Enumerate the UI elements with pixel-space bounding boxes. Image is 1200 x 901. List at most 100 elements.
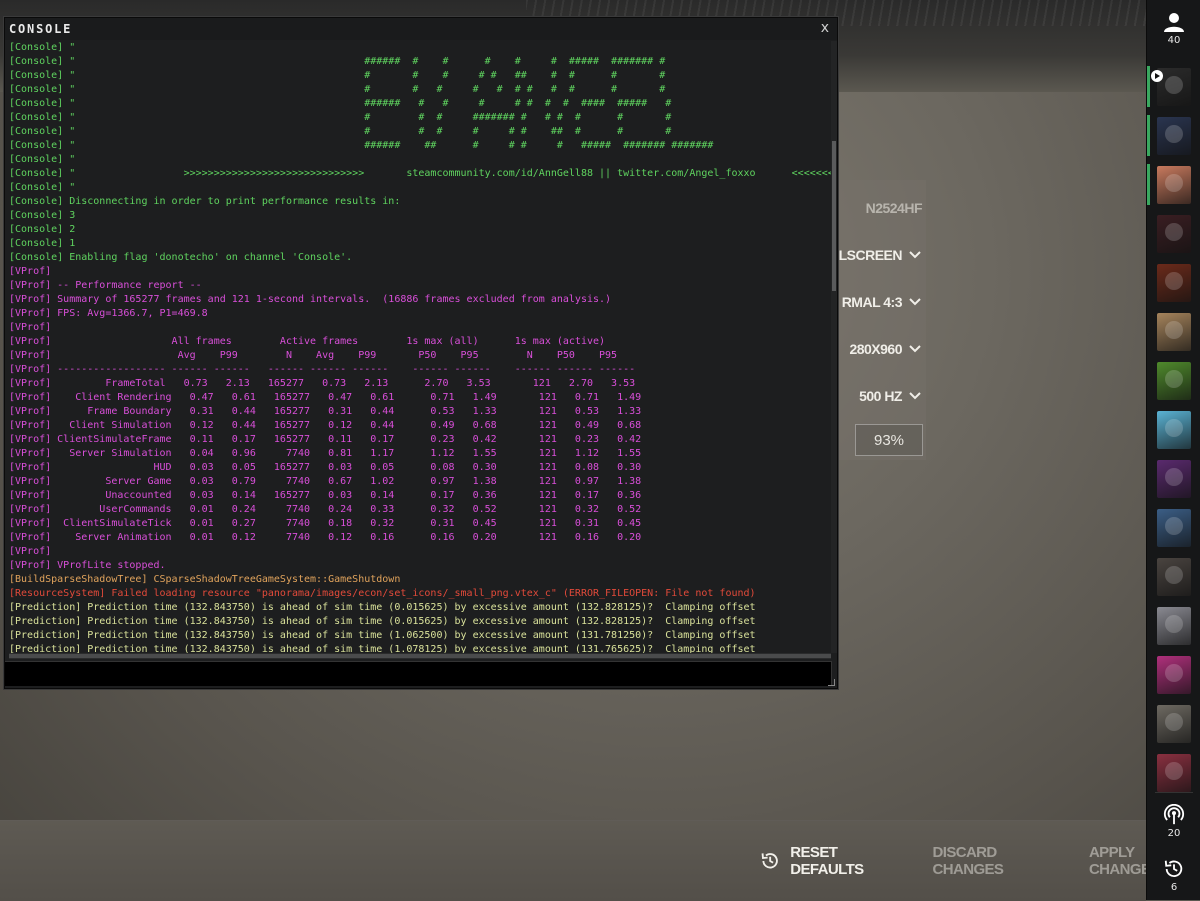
friend-avatar-item[interactable]	[1147, 454, 1200, 503]
refresh-rate-text: 500 HZ	[859, 388, 902, 404]
history-icon	[1164, 860, 1183, 878]
console-log-line: [VProf] Client Rendering 0.47 0.61 16527…	[9, 392, 642, 403]
history-count: 6	[1170, 882, 1178, 893]
friend-avatar-item[interactable]	[1147, 601, 1200, 650]
video-settings-panel	[836, 180, 926, 460]
resolution-text: 280X960	[849, 341, 902, 357]
friend-avatar-item[interactable]	[1147, 258, 1200, 307]
broadcasts-button[interactable]: 20	[1147, 804, 1200, 839]
friend-avatar-item[interactable]	[1147, 748, 1200, 797]
chevron-down-icon	[908, 247, 922, 264]
console-log-line: [VProf] HUD 0.03 0.05 165277 0.03 0.05 0…	[9, 462, 642, 473]
friend-avatar-item[interactable]	[1147, 209, 1200, 258]
aspect-ratio-dropdown[interactable]: RMAL 4:3	[836, 288, 922, 316]
avatar	[1157, 606, 1191, 645]
avatar	[1157, 508, 1191, 547]
avatar	[1157, 116, 1191, 155]
chevron-down-icon	[908, 341, 922, 358]
console-log-line: [Console] " # # # # # ## # # # #	[9, 70, 666, 81]
resize-grip-icon[interactable]	[828, 679, 835, 686]
console-log-line: [Console] 1	[9, 238, 76, 249]
friend-avatar-item[interactable]	[1147, 111, 1200, 160]
friend-avatar-item[interactable]	[1147, 356, 1200, 405]
console-output[interactable]: [Console] " [Console] " ###### # # # # # …	[9, 41, 831, 653]
chevron-down-icon	[908, 294, 922, 311]
chevron-down-icon	[908, 388, 922, 405]
console-log-line: [Console] Enabling flag 'donotecho' on c…	[9, 252, 353, 263]
friends-sidebar: 40 20 6	[1146, 0, 1200, 900]
friend-avatar-item[interactable]	[1147, 160, 1200, 209]
console-log-line: [VProf] ClientSimulateTick 0.01 0.27 774…	[9, 518, 642, 529]
console-log-line: [VProf] ClientSimulateFrame 0.11 0.17 16…	[9, 434, 642, 445]
monitor-name-text: N2524HF	[865, 200, 923, 216]
scrollbar-thumb[interactable]	[9, 654, 831, 658]
avatar	[1157, 655, 1191, 694]
console-log-line: [BuildSparseShadowTree] CSparseShadowTre…	[9, 574, 401, 585]
friend-avatar-item[interactable]	[1147, 650, 1200, 699]
console-log-line: [VProf] ------------------ ------ ------…	[9, 364, 636, 375]
discard-changes-button[interactable]: DISCARD CHANGES	[933, 844, 1061, 878]
avatar	[1157, 214, 1191, 253]
avatar	[1157, 165, 1191, 204]
console-log-line: [Console] "	[9, 42, 76, 53]
console-log-line: [VProf] FrameTotal 0.73 2.13 165277 0.73…	[9, 378, 636, 389]
scrollbar-thumb[interactable]	[832, 141, 836, 291]
online-status-bar	[1147, 164, 1150, 205]
console-log-line: [VProf] VProfLite stopped.	[9, 560, 166, 571]
friend-avatar-item[interactable]	[1147, 307, 1200, 356]
friends-avatar-list	[1147, 62, 1200, 797]
refresh-rate-dropdown[interactable]: 500 HZ	[836, 382, 922, 410]
friends-list-button[interactable]: 40	[1147, 0, 1200, 56]
console-log-line: [ResourceSystem] Failed loading resource…	[9, 588, 756, 599]
console-log-line: [Prediction] Prediction time (132.843750…	[9, 644, 756, 653]
monitor-name-value: N2524HF	[836, 194, 923, 222]
friend-avatar-item[interactable]	[1147, 699, 1200, 748]
console-log-line: [VProf]	[9, 266, 52, 277]
brightness-percent-input[interactable]: 93%	[855, 424, 923, 456]
resolution-dropdown[interactable]: 280X960	[836, 335, 922, 363]
console-window[interactable]: CONSOLE x [Console] " [Console] " ###### …	[4, 17, 838, 689]
in-game-play-icon	[1151, 70, 1163, 82]
console-title: CONSOLE	[9, 22, 73, 36]
console-log-line: [Console] " # # # # # # # # # # #	[9, 84, 666, 95]
friend-avatar-item[interactable]	[1147, 552, 1200, 601]
display-mode-text: LLSCREEN	[830, 247, 903, 263]
console-log-line: [Console] "	[9, 182, 76, 193]
reset-defaults-button[interactable]: RESET DEFAULTS	[760, 844, 905, 878]
console-log-line: [Prediction] Prediction time (132.843750…	[9, 630, 756, 641]
aspect-ratio-text: RMAL 4:3	[841, 294, 903, 310]
console-command-input[interactable]	[5, 661, 832, 686]
recent-history-button[interactable]: 6	[1147, 858, 1200, 893]
console-title-bar[interactable]: CONSOLE x	[5, 18, 837, 40]
friend-avatar-item[interactable]	[1147, 503, 1200, 552]
sidebar-divider	[1155, 792, 1193, 793]
console-log-line: [Console] " # # # # # # ## # # #	[9, 126, 672, 137]
friend-avatar-item[interactable]	[1147, 405, 1200, 454]
friends-online-count: 40	[1167, 35, 1181, 46]
console-log-line: [Console] " # # # ####### # # # # # #	[9, 112, 672, 123]
console-log-line: [Console] " ###### # # # # # ##### #####…	[9, 56, 666, 67]
avatar	[1157, 312, 1191, 351]
console-log-line: [Prediction] Prediction time (132.843750…	[9, 616, 756, 627]
avatar	[1157, 753, 1191, 792]
user-icon	[1164, 13, 1184, 32]
broadcast-icon	[1163, 804, 1185, 825]
console-log-line: [VProf]	[9, 546, 52, 557]
display-mode-dropdown[interactable]: LLSCREEN	[831, 241, 922, 269]
console-log-line: [Console] 2	[9, 224, 76, 235]
console-log-line: [Console] "	[9, 154, 76, 165]
console-horizontal-scrollbar[interactable]	[9, 653, 831, 659]
close-icon[interactable]: x	[821, 20, 829, 36]
console-log-line: [Console] " ###### ## # # # # ##### ####…	[9, 140, 714, 151]
avatar	[1157, 704, 1191, 743]
avatar	[1157, 361, 1191, 400]
console-log-line: [VProf] Avg P99 N Avg P99 P50 P95 N P50 …	[9, 350, 618, 361]
console-log-line: [Console] Disconnecting in order to prin…	[9, 196, 401, 207]
friend-avatar-item[interactable]	[1147, 62, 1200, 111]
settings-actions: RESET DEFAULTS DISCARD CHANGES APPLY CHA…	[760, 844, 1200, 878]
console-log-line: [VProf]	[9, 322, 52, 333]
console-log-line: [VProf] -- Performance report --	[9, 280, 202, 291]
console-vertical-scrollbar[interactable]	[831, 41, 837, 653]
online-status-bar	[1147, 66, 1150, 107]
console-log-line: [Console] " >>>>>>>>>>>>>>>>>>>>>>>>>>>>…	[9, 168, 831, 179]
